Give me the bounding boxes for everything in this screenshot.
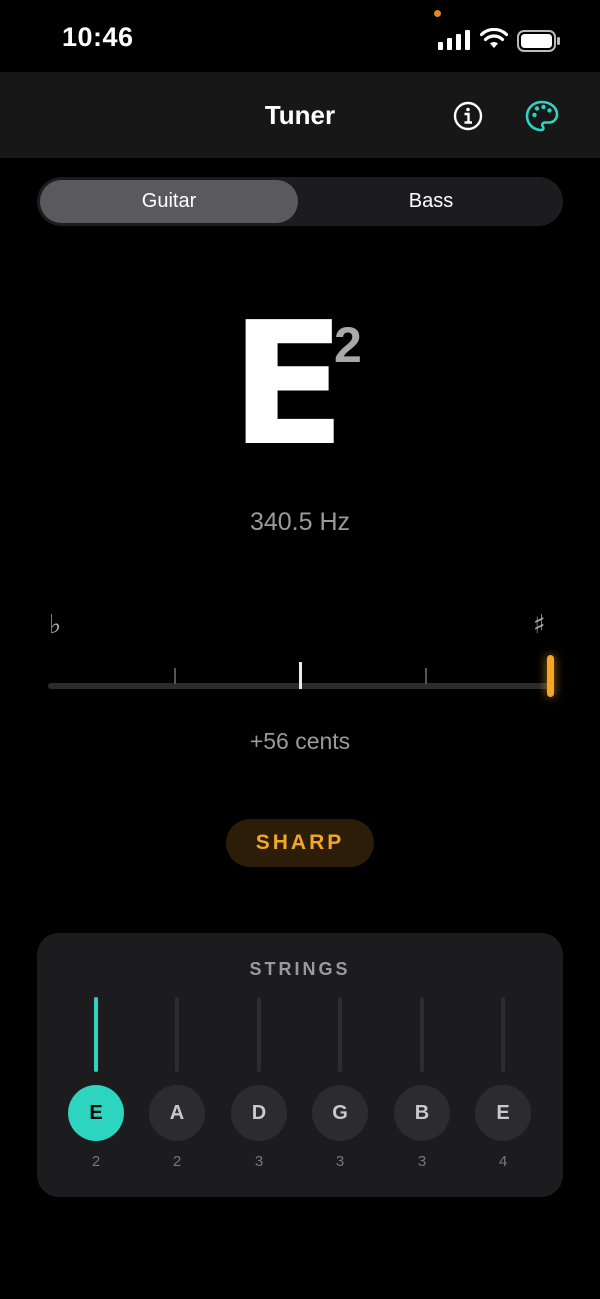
cellular-signal-icon: [438, 30, 470, 50]
status-time: 10:46: [62, 22, 134, 52]
string-level-bar: [501, 997, 505, 1072]
string-level-bar: [175, 997, 179, 1072]
flat-symbol: ♭: [49, 610, 62, 640]
string-level-bar: [338, 997, 342, 1072]
cents-readout: +56 cents: [249, 728, 351, 754]
meter-center-tick: [299, 662, 302, 689]
string-note-button[interactable]: G: [312, 1085, 368, 1141]
string-level-bar: [94, 997, 98, 1072]
meter-tick: [425, 668, 427, 684]
string-octave-label: 3: [254, 1153, 264, 1170]
string-note-button[interactable]: A: [149, 1085, 205, 1141]
string-level-bar: [257, 997, 261, 1072]
tab-guitar[interactable]: Guitar: [40, 180, 298, 223]
string-note-button[interactable]: B: [394, 1085, 450, 1141]
string-octave-label: 4: [498, 1153, 508, 1170]
string-note-button[interactable]: D: [231, 1085, 287, 1141]
privacy-indicator-dot: [434, 10, 441, 17]
page-title: Tuner: [264, 100, 336, 130]
string-octave-label: 2: [172, 1153, 182, 1170]
cents-indicator: [546, 655, 554, 697]
meter-tick: [174, 668, 176, 684]
string-item[interactable]: G3: [312, 997, 368, 1197]
wifi-icon: [480, 28, 508, 48]
instrument-segmented-control: Guitar Bass: [37, 177, 563, 226]
string-octave-label: 3: [335, 1153, 345, 1170]
string-level-bar: [420, 997, 424, 1072]
string-octave-label: 3: [417, 1153, 427, 1170]
string-note-button[interactable]: E: [475, 1085, 531, 1141]
string-item[interactable]: E4: [475, 997, 531, 1197]
sharp-symbol: ♯: [533, 610, 546, 640]
strings-panel: STRINGS E2A2D3G3B3E4: [37, 933, 563, 1197]
frequency-readout: 340.5 Hz: [249, 508, 351, 536]
tab-bass[interactable]: Bass: [302, 180, 560, 223]
string-item[interactable]: A2: [149, 997, 205, 1197]
string-note-button[interactable]: E: [68, 1085, 124, 1141]
detected-note: E: [230, 286, 347, 484]
string-item[interactable]: D3: [231, 997, 287, 1197]
battery-icon: [517, 30, 560, 52]
status-bar: 10:46: [0, 0, 600, 72]
info-icon[interactable]: [452, 100, 484, 132]
string-item[interactable]: B3: [394, 997, 450, 1197]
palette-icon[interactable]: [524, 98, 560, 134]
string-item[interactable]: E2: [68, 997, 124, 1197]
string-octave-label: 2: [91, 1153, 101, 1170]
tuning-status-badge: SHARP: [226, 819, 374, 867]
strings-title: STRINGS: [249, 959, 351, 979]
detected-octave: 2: [334, 317, 362, 373]
navigation-bar: Tuner: [0, 72, 600, 158]
